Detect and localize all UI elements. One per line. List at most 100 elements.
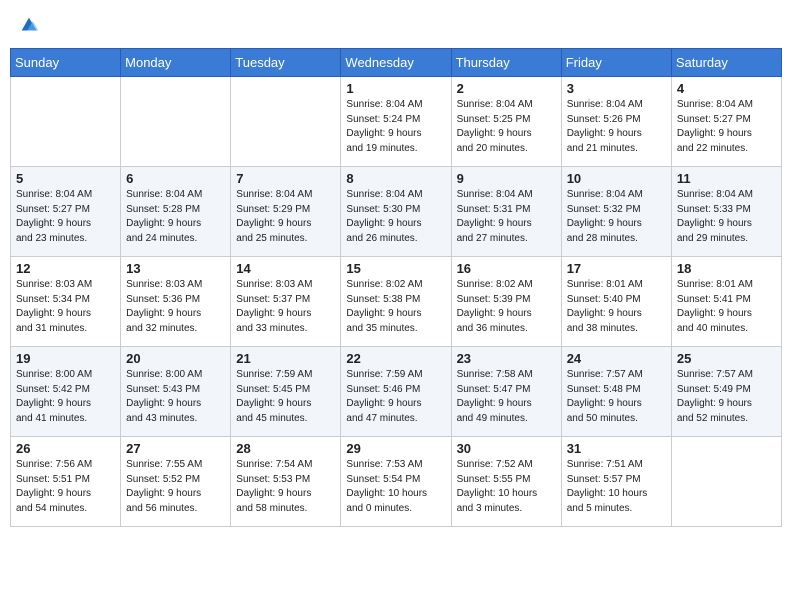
day-number: 4 — [677, 81, 776, 96]
calendar-cell — [671, 437, 781, 527]
day-number: 1 — [346, 81, 445, 96]
day-number: 22 — [346, 351, 445, 366]
cell-info: Sunrise: 7:51 AM Sunset: 5:57 PM Dayligh… — [567, 458, 666, 516]
day-number: 8 — [346, 171, 445, 186]
cell-info: Sunrise: 7:58 AM Sunset: 5:47 PM Dayligh… — [457, 368, 556, 426]
cell-info: Sunrise: 8:01 AM Sunset: 5:40 PM Dayligh… — [567, 278, 666, 336]
cell-info: Sunrise: 8:00 AM Sunset: 5:43 PM Dayligh… — [126, 368, 225, 426]
calendar-cell — [11, 77, 121, 167]
day-number: 13 — [126, 261, 225, 276]
calendar-cell: 5 Sunrise: 8:04 AM Sunset: 5:27 PM Daylig… — [11, 167, 121, 257]
cell-info: Sunrise: 7:56 AM Sunset: 5:51 PM Dayligh… — [16, 458, 115, 516]
calendar-week-row: 26 Sunrise: 7:56 AM Sunset: 5:51 PM Dayli… — [11, 437, 782, 527]
calendar-cell: 1 Sunrise: 8:04 AM Sunset: 5:24 PM Daylig… — [341, 77, 451, 167]
cell-info: Sunrise: 7:59 AM Sunset: 5:46 PM Dayligh… — [346, 368, 445, 426]
cell-info: Sunrise: 7:52 AM Sunset: 5:55 PM Dayligh… — [457, 458, 556, 516]
calendar-cell: 12 Sunrise: 8:03 AM Sunset: 5:34 PM Dayli… — [11, 257, 121, 347]
day-number: 2 — [457, 81, 556, 96]
day-number: 25 — [677, 351, 776, 366]
calendar-week-row: 1 Sunrise: 8:04 AM Sunset: 5:24 PM Daylig… — [11, 77, 782, 167]
weekday-header-wednesday: Wednesday — [341, 49, 451, 77]
day-number: 11 — [677, 171, 776, 186]
calendar-cell: 8Sunrise: 8:04 AM Sunset: 5:30 PM Daylig… — [341, 167, 451, 257]
day-number: 3 — [567, 81, 666, 96]
day-number: 14 — [236, 261, 335, 276]
calendar-cell: 9Sunrise: 8:04 AM Sunset: 5:31 PM Daylig… — [451, 167, 561, 257]
page-header — [10, 10, 782, 40]
calendar-cell: 23 Sunrise: 7:58 AM Sunset: 5:47 PM Dayli… — [451, 347, 561, 437]
cell-info: Sunrise: 7:57 AM Sunset: 5:49 PM Dayligh… — [677, 368, 776, 426]
calendar-cell: 20 Sunrise: 8:00 AM Sunset: 5:43 PM Dayli… — [121, 347, 231, 437]
calendar-cell: 27 Sunrise: 7:55 AM Sunset: 5:52 PM Dayli… — [121, 437, 231, 527]
day-number: 31 — [567, 441, 666, 456]
cell-info: Sunrise: 8:00 AM Sunset: 5:42 PM Dayligh… — [16, 368, 115, 426]
calendar-week-row: 5 Sunrise: 8:04 AM Sunset: 5:27 PM Daylig… — [11, 167, 782, 257]
day-number: 30 — [457, 441, 556, 456]
calendar-table: SundayMondayTuesdayWednesdayThursdayFrid… — [10, 48, 782, 527]
cell-info: Sunrise: 8:02 AM Sunset: 5:38 PM Dayligh… — [346, 278, 445, 336]
calendar-cell: 31 Sunrise: 7:51 AM Sunset: 5:57 PM Dayli… — [561, 437, 671, 527]
day-number: 17 — [567, 261, 666, 276]
day-number: 15 — [346, 261, 445, 276]
day-number: 16 — [457, 261, 556, 276]
day-number: 27 — [126, 441, 225, 456]
day-number: 10 — [567, 171, 666, 186]
cell-info: Sunrise: 8:04 AM Sunset: 5:27 PM Dayligh… — [677, 98, 776, 156]
day-number: 26 — [16, 441, 115, 456]
cell-info: Sunrise: 8:04 AM Sunset: 5:26 PM Dayligh… — [567, 98, 666, 156]
calendar-cell: 30 Sunrise: 7:52 AM Sunset: 5:55 PM Dayli… — [451, 437, 561, 527]
logo-icon — [18, 14, 40, 36]
weekday-header-monday: Monday — [121, 49, 231, 77]
weekday-header-saturday: Saturday — [671, 49, 781, 77]
cell-info: Sunrise: 8:04 AM Sunset: 5:28 PM Dayligh… — [126, 188, 225, 246]
calendar-cell: 4 Sunrise: 8:04 AM Sunset: 5:27 PM Daylig… — [671, 77, 781, 167]
day-number: 5 — [16, 171, 115, 186]
cell-info: Sunrise: 7:53 AM Sunset: 5:54 PM Dayligh… — [346, 458, 445, 516]
calendar-cell: 19 Sunrise: 8:00 AM Sunset: 5:42 PM Dayli… — [11, 347, 121, 437]
calendar-cell: 13 Sunrise: 8:03 AM Sunset: 5:36 PM Dayli… — [121, 257, 231, 347]
calendar-cell: 21 Sunrise: 7:59 AM Sunset: 5:45 PM Dayli… — [231, 347, 341, 437]
calendar-cell: 17 Sunrise: 8:01 AM Sunset: 5:40 PM Dayli… — [561, 257, 671, 347]
cell-info: Sunrise: 8:03 AM Sunset: 5:34 PM Dayligh… — [16, 278, 115, 336]
day-number: 21 — [236, 351, 335, 366]
cell-info: Sunrise: 7:59 AM Sunset: 5:45 PM Dayligh… — [236, 368, 335, 426]
day-number: 19 — [16, 351, 115, 366]
day-number: 20 — [126, 351, 225, 366]
day-number: 23 — [457, 351, 556, 366]
calendar-cell: 14 Sunrise: 8:03 AM Sunset: 5:37 PM Dayli… — [231, 257, 341, 347]
weekday-header-tuesday: Tuesday — [231, 49, 341, 77]
calendar-cell: 29 Sunrise: 7:53 AM Sunset: 5:54 PM Dayli… — [341, 437, 451, 527]
calendar-week-row: 12 Sunrise: 8:03 AM Sunset: 5:34 PM Dayli… — [11, 257, 782, 347]
calendar-cell: 24Sunrise: 7:57 AM Sunset: 5:48 PM Dayli… — [561, 347, 671, 437]
cell-info: Sunrise: 8:04 AM Sunset: 5:29 PM Dayligh… — [236, 188, 335, 246]
calendar-cell: 28Sunrise: 7:54 AM Sunset: 5:53 PM Dayli… — [231, 437, 341, 527]
day-number: 9 — [457, 171, 556, 186]
cell-info: Sunrise: 8:04 AM Sunset: 5:33 PM Dayligh… — [677, 188, 776, 246]
calendar-cell: 7Sunrise: 8:04 AM Sunset: 5:29 PM Daylig… — [231, 167, 341, 257]
cell-info: Sunrise: 8:01 AM Sunset: 5:41 PM Dayligh… — [677, 278, 776, 336]
day-number: 18 — [677, 261, 776, 276]
calendar-cell: 22 Sunrise: 7:59 AM Sunset: 5:46 PM Dayli… — [341, 347, 451, 437]
weekday-header-sunday: Sunday — [11, 49, 121, 77]
weekday-header-thursday: Thursday — [451, 49, 561, 77]
calendar-cell: 6 Sunrise: 8:04 AM Sunset: 5:28 PM Daylig… — [121, 167, 231, 257]
cell-info: Sunrise: 8:03 AM Sunset: 5:37 PM Dayligh… — [236, 278, 335, 336]
logo — [16, 14, 40, 36]
cell-info: Sunrise: 8:04 AM Sunset: 5:32 PM Dayligh… — [567, 188, 666, 246]
calendar-cell: 3 Sunrise: 8:04 AM Sunset: 5:26 PM Daylig… — [561, 77, 671, 167]
day-number: 6 — [126, 171, 225, 186]
day-number: 12 — [16, 261, 115, 276]
cell-info: Sunrise: 8:03 AM Sunset: 5:36 PM Dayligh… — [126, 278, 225, 336]
cell-info: Sunrise: 8:02 AM Sunset: 5:39 PM Dayligh… — [457, 278, 556, 336]
cell-info: Sunrise: 8:04 AM Sunset: 5:24 PM Dayligh… — [346, 98, 445, 156]
calendar-cell: 18 Sunrise: 8:01 AM Sunset: 5:41 PM Dayli… — [671, 257, 781, 347]
cell-info: Sunrise: 7:54 AM Sunset: 5:53 PM Dayligh… — [236, 458, 335, 516]
calendar-cell: 16 Sunrise: 8:02 AM Sunset: 5:39 PM Dayli… — [451, 257, 561, 347]
calendar-cell: 2Sunrise: 8:04 AM Sunset: 5:25 PM Daylig… — [451, 77, 561, 167]
calendar-cell: 26 Sunrise: 7:56 AM Sunset: 5:51 PM Dayli… — [11, 437, 121, 527]
cell-info: Sunrise: 7:55 AM Sunset: 5:52 PM Dayligh… — [126, 458, 225, 516]
cell-info: Sunrise: 7:57 AM Sunset: 5:48 PM Dayligh… — [567, 368, 666, 426]
cell-info: Sunrise: 8:04 AM Sunset: 5:27 PM Dayligh… — [16, 188, 115, 246]
calendar-cell: 10 Sunrise: 8:04 AM Sunset: 5:32 PM Dayli… — [561, 167, 671, 257]
day-number: 29 — [346, 441, 445, 456]
